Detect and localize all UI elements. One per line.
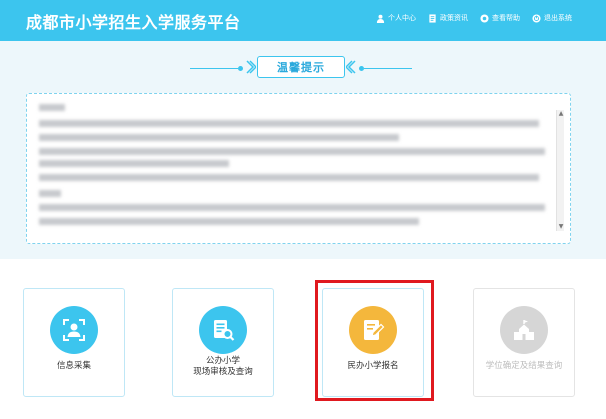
main-section: 温馨提示 ▲ ▼ xyxy=(0,41,606,259)
highlight-box xyxy=(315,280,434,401)
top-header: 成都市小学招生入学服务平台 个人中心 政策资讯 查看帮助 退出系统 xyxy=(0,0,606,41)
card-label: 信息采集 xyxy=(56,361,91,371)
text-line-blurred xyxy=(39,148,545,155)
card-label-line2: 现场审核及查询 xyxy=(193,367,253,377)
text-line-blurred xyxy=(39,160,229,167)
document-search-icon xyxy=(214,320,235,341)
text-line-blurred xyxy=(39,190,61,197)
notice-box[interactable]: ▲ ▼ xyxy=(26,93,571,244)
person-icon xyxy=(376,14,385,23)
document-icon xyxy=(429,13,436,23)
nav-label: 政策资讯 xyxy=(440,14,468,22)
scroll-up-icon[interactable]: ▲ xyxy=(557,110,565,118)
card-label: 学位确定及结果查询 xyxy=(485,361,563,371)
card-icon-circle xyxy=(50,306,98,354)
site-title: 成都市小学招生入学服务平台 xyxy=(26,13,241,32)
chevron-right-icon xyxy=(246,60,256,74)
scroll-down-icon[interactable]: ▼ xyxy=(557,223,565,231)
card-info-collection[interactable]: 信息采集 xyxy=(23,288,125,397)
nav-label: 查看帮助 xyxy=(492,14,520,22)
nav-label: 个人中心 xyxy=(388,14,416,22)
card-placement-result-query: 学位确定及结果查询 xyxy=(473,288,575,397)
card-icon-circle xyxy=(500,306,548,354)
text-line-blurred xyxy=(39,104,65,111)
decor-line xyxy=(364,68,412,69)
nav-label: 退出系统 xyxy=(544,14,572,22)
card-public-school-review[interactable]: 公办小学 现场审核及查询 xyxy=(172,288,274,397)
notice-content-blurred xyxy=(37,102,547,234)
text-line-blurred xyxy=(39,218,419,225)
notice-scrollbar[interactable]: ▲ ▼ xyxy=(556,110,564,231)
text-line-blurred xyxy=(39,174,539,181)
notice-title: 温馨提示 xyxy=(277,61,325,74)
decor-line xyxy=(190,68,238,69)
notice-title-banner: 温馨提示 xyxy=(190,56,412,80)
user-scan-icon xyxy=(63,319,85,341)
school-icon xyxy=(514,320,534,340)
nav-personal-center[interactable]: 个人中心 xyxy=(376,13,416,23)
help-icon xyxy=(480,13,489,23)
chevron-left-icon xyxy=(346,60,356,74)
section-divider xyxy=(0,259,606,267)
nav-logout[interactable]: 退出系统 xyxy=(532,13,572,23)
text-line-blurred xyxy=(39,204,545,211)
power-icon xyxy=(532,13,541,23)
text-line-blurred xyxy=(39,120,539,127)
card-icon-circle xyxy=(199,306,247,354)
top-nav: 个人中心 政策资讯 查看帮助 退出系统 xyxy=(376,13,572,23)
text-line-blurred xyxy=(39,134,399,141)
notice-title-box: 温馨提示 xyxy=(257,56,345,78)
nav-policy-news[interactable]: 政策资讯 xyxy=(428,13,468,23)
decor-dot xyxy=(238,66,243,71)
nav-help[interactable]: 查看帮助 xyxy=(480,13,520,23)
